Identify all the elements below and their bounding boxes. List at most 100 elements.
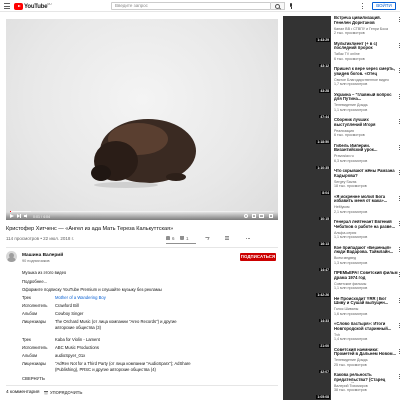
recommended-video[interactable]: 1:42:26 ПРЕМЬЕРА! Советский фильм драма 1… — [283, 271, 400, 299]
meta-key: Трек — [22, 295, 31, 300]
recommended-channel: Валерий Тихомиров — [334, 383, 368, 388]
recommended-title[interactable]: Не Происходит YRR | Бог Шиву и Сушай вып… — [334, 297, 398, 307]
more-actions-button[interactable] — [246, 235, 250, 241]
menu-icon[interactable] — [4, 3, 10, 9]
recommended-stats: 18 тыс. просмотров — [334, 184, 367, 188]
meta-value: "AdRev Not for a Third Party (от лица ко… — [55, 361, 191, 366]
video-thumbnail[interactable]: 1:05:08 — [283, 373, 331, 400]
recommended-title[interactable]: Генерал лейтенант Евгений Чебатков о раб… — [334, 220, 398, 230]
recommended-title[interactable]: «Я искренне молил Бога избавить меня от … — [334, 195, 398, 205]
recommended-video[interactable]: 1:05:08 Какова рельность предательства? (… — [283, 373, 400, 400]
video-thumbnail[interactable]: 1:18:50 — [283, 118, 331, 145]
next-icon[interactable] — [17, 214, 21, 218]
meta-value: audioSpyer_01x — [55, 353, 86, 358]
channel-name[interactable]: Машина Валерий — [22, 253, 63, 258]
recommended-stats: 6 тыс. просмотров — [334, 56, 365, 61]
recommended-title[interactable]: Встреча цивилизаций. Генелен Дорнтанов — [334, 16, 398, 26]
recommended-title[interactable]: Пришел к вере через смерть, увидев богов… — [334, 67, 398, 77]
subscriber-count: 90 подписчиков — [22, 259, 50, 263]
recommended-channel: Реализация — [334, 128, 354, 133]
video-animal-frame — [91, 119, 196, 188]
fullscreen-icon[interactable] — [269, 214, 273, 218]
recommended-video[interactable]: 42:07 Советский наемники: Прометей в Даль… — [283, 347, 400, 376]
recommended-stats: 1,4 млн просмотров — [334, 337, 368, 341]
recommended-video[interactable]: 21:00 «Слово пастыря»: Итоги Новгородской… — [283, 322, 400, 350]
miniplayer-icon[interactable] — [252, 214, 256, 218]
recommended-channel: Святое Благодарственное видео — [334, 77, 389, 82]
video-thumbnail[interactable]: 42:07 — [283, 347, 331, 375]
thumb-down-icon — [180, 236, 184, 240]
video-thumbnail[interactable]: 43:12 — [283, 41, 331, 69]
recommended-video[interactable]: 14:33 Не Происходит YRR | Бог Шиву и Суша… — [283, 296, 400, 325]
recommended-title[interactable]: Кое припадают «Бешеный» люди Вадарова. Т… — [334, 246, 398, 256]
play-icon[interactable] — [10, 214, 14, 218]
sort-comments-button[interactable]: УПОРЯДОЧИТЬ — [44, 390, 82, 395]
meta-value: Cowboy Singer — [55, 311, 84, 316]
recommended-video[interactable]: 16:13 Генерал лейтенант Евгений Чебатков … — [283, 220, 400, 248]
recommended-title[interactable]: Гибель Империи. Византийский урок... — [334, 144, 398, 154]
description-more-link[interactable]: Подробнее... — [22, 279, 47, 284]
recommended-channel: Телевидение Дождь — [334, 358, 368, 362]
search-button[interactable] — [271, 2, 285, 10]
video-thumbnail[interactable]: 1:43:29 — [283, 16, 331, 43]
video-player[interactable]: 0:01 / 4:04 — [6, 19, 278, 220]
theater-mode-icon[interactable] — [259, 214, 264, 218]
recommended-video[interactable]: 43:12 Мультиклиент (+ в с) последний прор… — [283, 41, 400, 70]
recommended-title[interactable]: ПРЕМЬЕРА! Советский фильм драма 1974 год — [334, 271, 398, 281]
video-thumbnail[interactable]: 10:15 — [283, 194, 331, 222]
recommended-stats: 1,1 млн просмотров — [334, 235, 368, 239]
like-ratio-bar — [166, 243, 196, 244]
meta-value: Crawford Bill — [55, 303, 79, 308]
video-thumbnail[interactable]: 8:04 — [283, 169, 331, 196]
video-thumbnail[interactable]: 14:33 — [283, 296, 331, 324]
premium-offer: Оформите подписку YouTube Premium и слуш… — [22, 287, 162, 292]
search-input[interactable]: Введите запрос — [111, 2, 271, 10]
recommended-stats: 1,7 млн просмотров — [334, 82, 368, 86]
video-thumbnail[interactable]: 21:00 — [283, 322, 331, 349]
meta-key: Трек — [22, 337, 31, 342]
settings-gear-icon[interactable] — [244, 214, 248, 218]
recommended-video[interactable]: 10:15 «Я искренне молил Бога избавить мен… — [283, 194, 400, 223]
like-button[interactable]: 6 — [166, 235, 175, 241]
recommended-channel: Всем медвед — [334, 256, 357, 260]
recommended-channel: Советские фильмы — [334, 281, 367, 286]
youtube-logo[interactable]: YouTubeRU — [14, 2, 52, 10]
recommended-video[interactable]: 1:18:50 Сборник лучших выступлений Игоря … — [283, 118, 400, 146]
volume-icon[interactable] — [24, 214, 29, 218]
recommended-video[interactable]: 8:04 Что скрывают жёны Рамзана Кадырова? S… — [283, 169, 400, 197]
channel-avatar[interactable] — [6, 251, 17, 262]
recommended-title[interactable]: Украина – "главный вопрос для Путина... — [334, 93, 398, 103]
signin-button[interactable]: ВОЙТИ — [372, 2, 396, 10]
settings-dots-icon[interactable] — [362, 3, 364, 9]
video-thumbnail[interactable]: 14:47 — [283, 245, 331, 273]
recommended-title[interactable]: Что скрывают жёны Рамзана Кадырова? — [334, 169, 398, 179]
video-thumbnail[interactable]: 16:13 — [283, 220, 331, 247]
microphone-icon[interactable] — [289, 3, 293, 9]
video-thumbnail[interactable]: 1:10:35 — [283, 143, 331, 171]
recommended-channel: Pravoslav.ru — [334, 154, 354, 158]
recommended-title[interactable]: Советский наемники: Прометей в Дальнем Н… — [334, 348, 398, 358]
recommended-video[interactable]: 1:43:29 Встреча цивилизаций. Генелен Дорн… — [283, 16, 400, 44]
dislike-button[interactable]: 1 — [180, 235, 189, 241]
share-button[interactable] — [204, 235, 210, 241]
recommended-title[interactable]: Какова рельность предательства? (Старец … — [334, 373, 398, 383]
recommended-title[interactable]: Сборник лучших выступлений Игоря Мамюков… — [334, 118, 398, 128]
video-thumbnail[interactable]: 43:28 — [283, 67, 331, 94]
meta-value: авторские общества (3) — [55, 325, 102, 330]
track-link[interactable]: Mother of a Wandering Boy — [55, 295, 106, 300]
divider — [6, 247, 278, 248]
video-title: Кристофер Хитченс — «Ангел из ада Мать Т… — [6, 226, 174, 232]
recommended-video[interactable]: 43:28 Пришел к вере через смерть, увидев … — [283, 67, 400, 95]
recommended-title[interactable]: Мультиклиент (+ в с) последний пророк му… — [334, 42, 398, 52]
recommended-video[interactable]: 1:10:35 Гибель Империи. Византийский урок… — [283, 143, 400, 172]
collapse-button[interactable]: СВЕРНУТЬ — [22, 376, 45, 381]
recommended-video[interactable]: 14:47 Кое припадают «Бешеный» люди Вадаро… — [283, 245, 400, 274]
recommended-video[interactable]: 47:44 Украина – "главный вопрос для Путин… — [283, 92, 400, 121]
subscribe-button[interactable]: ПОДПИСАТЬСЯ — [240, 253, 276, 261]
save-button[interactable] — [225, 235, 229, 241]
video-thumbnail[interactable]: 1:42:26 — [283, 271, 331, 298]
sort-icon — [44, 390, 48, 395]
recommended-channel: Табак TV online — [334, 52, 360, 56]
recommended-title[interactable]: «Слово пастыря»: Итоги Новгородской стар… — [334, 322, 398, 332]
video-thumbnail[interactable]: 47:44 — [283, 92, 331, 120]
